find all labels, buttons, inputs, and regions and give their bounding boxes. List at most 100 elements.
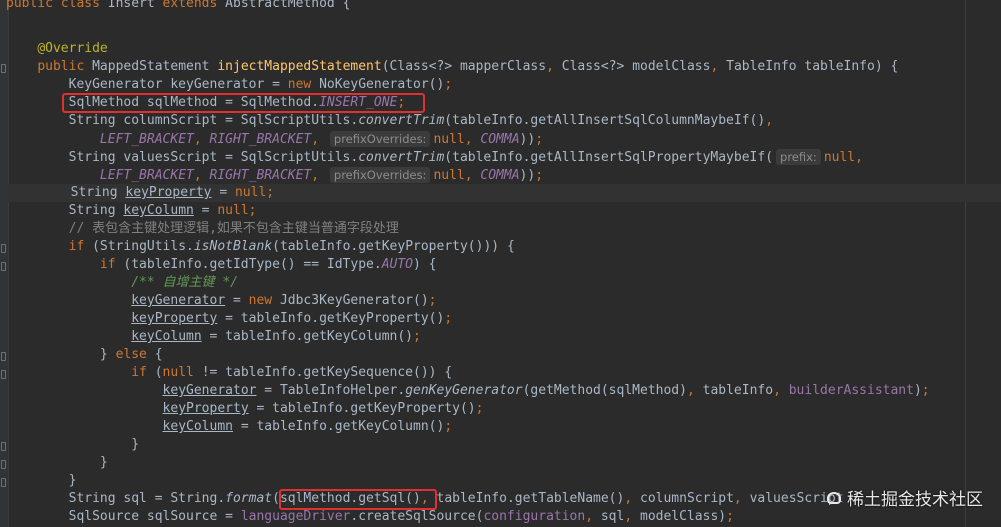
code-token: ; (444, 419, 453, 434)
code-line[interactable]: LEFT_BRACKET, RIGHT_BRACKET, prefixOverr… (6, 166, 543, 184)
code-token: LEFT_BRACKET (99, 168, 194, 183)
code-token: AbstractMethod { (225, 0, 351, 11)
code-token: ; (428, 293, 437, 308)
highlight-sqlmethod-declaration (62, 93, 425, 113)
code-token: Class<?> modelClass (561, 59, 711, 74)
code-line[interactable]: keyColumn = tableInfo.getKeyColumn(); (6, 418, 453, 436)
code-token: format (225, 491, 273, 506)
code-line[interactable]: keyProperty = tableInfo.getKeyProperty()… (6, 400, 484, 418)
code-token: String (6, 203, 124, 218)
code-token: , (585, 509, 601, 524)
code-line[interactable]: // 表包含主键处理逻辑,如果不包含主键当普通字段处理 (6, 220, 399, 238)
code-editor[interactable]: public class Insert extends AbstractMeth… (0, 0, 1001, 527)
code-line[interactable]: String valuesScript = SqlScriptUtils.con… (6, 148, 863, 166)
code-token: String sql = String. (6, 491, 226, 506)
code-token: != tableInfo.getKeySequence()) { (201, 365, 453, 380)
code-line[interactable]: } else { (6, 346, 163, 364)
watermark: 稀土掘金技术社区 (825, 485, 983, 510)
code-token: ; (535, 168, 544, 183)
code-token: ; (726, 509, 734, 524)
code-token: (tableInfo.getIdType() == IdType. (123, 257, 382, 272)
code-token: null, (433, 168, 481, 183)
code-line[interactable]: keyGenerator = new Jdbc3KeyGenerator(); (6, 292, 437, 310)
code-line[interactable]: if (tableInfo.getIdType() == IdType.AUTO… (6, 256, 437, 274)
code-token: ( (154, 365, 163, 380)
code-token: convertTrim (358, 150, 445, 165)
code-token: = (211, 185, 235, 200)
code-token: null, (823, 150, 863, 165)
code-token: ; (535, 132, 544, 147)
code-token: keyColumn (162, 419, 233, 434)
code-line[interactable]: SqlSource sqlSource = languageDriver.cre… (6, 508, 734, 526)
code-line[interactable]: String keyProperty = null; (8, 184, 1001, 202)
juejin-logo-icon (825, 489, 843, 507)
code-token: NoKeyGenerator() (319, 77, 445, 92)
code-line[interactable]: } (6, 436, 139, 454)
highlight-getsql-call (279, 489, 437, 510)
code-token: Jdbc3KeyGenerator() (279, 293, 429, 308)
code-line[interactable]: public MappedStatement injectMappedState… (6, 58, 898, 76)
code-token: = (193, 203, 218, 218)
code-token: , (773, 383, 789, 398)
code-token: , (733, 491, 750, 506)
code-token: } (6, 455, 108, 470)
code-token: columnScript (640, 491, 734, 506)
code-token: )) (519, 132, 536, 147)
code-line[interactable]: String keyColumn = null; (6, 202, 257, 220)
code-line[interactable]: KeyGenerator keyGenerator = new NoKeyGen… (6, 76, 453, 94)
code-line[interactable]: if (null != tableInfo.getKeySequence()) … (6, 364, 452, 382)
code-token: @Override (37, 41, 108, 56)
code-token: keyColumn (131, 329, 202, 344)
code-token: (StringUtils. (92, 239, 194, 254)
code-token: ) (913, 383, 922, 398)
code-line[interactable]: @Override (6, 40, 108, 58)
code-token: RIGHT_BRACKET (209, 168, 312, 183)
code-line[interactable]: } (6, 454, 108, 472)
right-margin-guide (965, 0, 966, 527)
code-line[interactable]: keyGenerator = TableInfoHelper.genKeyGen… (6, 382, 930, 400)
code-token: tableInfo.getTableName() (436, 491, 625, 506)
code-line[interactable]: public class Insert extends AbstractMeth… (6, 0, 350, 13)
code-line[interactable]: keyColumn = tableInfo.getKeyColumn(); (6, 328, 421, 346)
code-token: { (154, 347, 163, 362)
code-line[interactable]: String columnScript = SqlScriptUtils.con… (6, 112, 773, 130)
code-token: configuration (483, 509, 586, 524)
code-line[interactable]: /** 自增主键 */ (6, 274, 238, 292)
code-token: , (686, 383, 703, 398)
code-token: languageDriver (240, 509, 351, 524)
code-token: , (710, 59, 727, 74)
code-token: , (624, 491, 640, 506)
code-token: /** 自增主键 */ (131, 275, 239, 290)
code-token: genKeyGenerator (405, 383, 523, 398)
code-token: = tableInfo.getKeyProperty() (248, 401, 476, 416)
code-token: = tableInfo.getKeyColumn() (201, 329, 414, 344)
code-token: modelClass) (640, 509, 727, 524)
code-token: AUTO (381, 257, 413, 272)
code-token: } (6, 437, 140, 452)
code-token: (getMethod(sqlMethod) (522, 383, 687, 398)
code-token: public class (6, 0, 108, 11)
code-token: if (99, 257, 124, 272)
code-line[interactable]: LEFT_BRACKET, RIGHT_BRACKET, prefixOverr… (6, 130, 543, 148)
code-token: sql (600, 509, 625, 524)
code-token: ; (921, 383, 930, 398)
code-token: (tableInfo.getKeyProperty())) { (272, 239, 515, 254)
code-token: } (6, 347, 116, 362)
code-line[interactable]: if (StringUtils.isNotBlank(tableInfo.get… (6, 238, 515, 256)
code-line[interactable]: keyProperty = tableInfo.getKeyProperty()… (6, 310, 452, 328)
code-token: String columnScript = SqlScriptUtils. (6, 113, 359, 128)
code-token: , (765, 113, 774, 128)
code-token: LEFT_BRACKET (99, 132, 194, 147)
code-token: , (546, 59, 562, 74)
code-token: .createSqlSource( (350, 509, 484, 524)
code-line[interactable]: } (6, 472, 77, 490)
